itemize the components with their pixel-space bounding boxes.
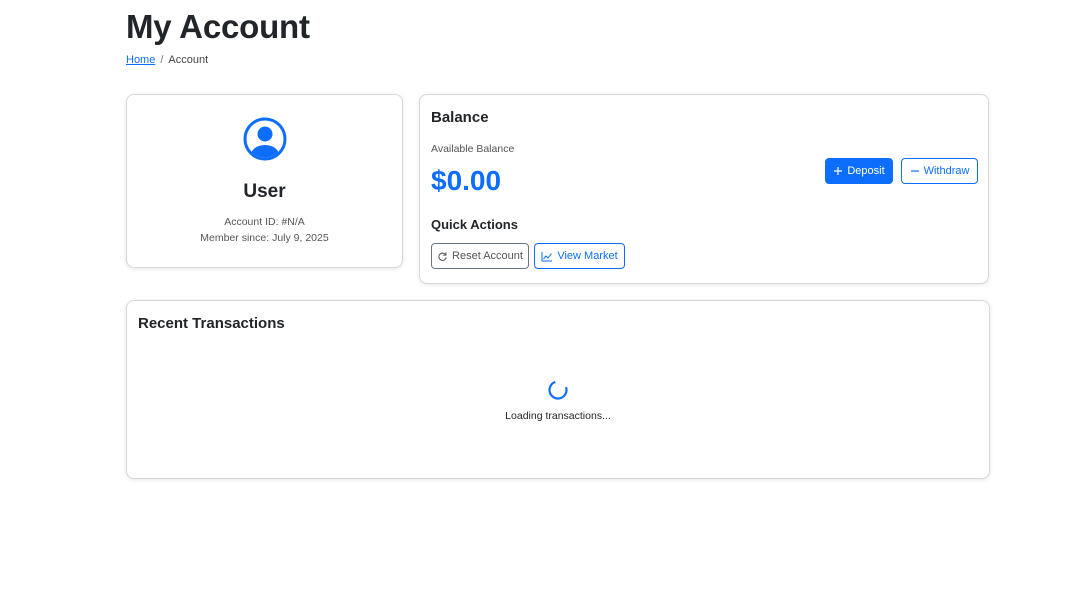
breadcrumb-home-link[interactable]: Home [126, 54, 155, 66]
breadcrumb-separator: / [160, 54, 164, 66]
deposit-label: Deposit [847, 165, 885, 177]
loading-spinner-icon [548, 380, 568, 400]
balance-card: Balance Available Balance $0.00 Deposit … [419, 94, 989, 284]
refresh-icon [437, 251, 448, 262]
transactions-heading: Recent Transactions [138, 315, 285, 332]
transactions-card: Recent Transactions Loading transactions… [126, 300, 990, 479]
loading-text: Loading transactions... [505, 410, 611, 422]
view-market-button[interactable]: View Market [534, 243, 625, 269]
member-since: Member since: July 9, 2025 [200, 232, 329, 244]
deposit-button[interactable]: Deposit [825, 158, 893, 184]
user-circle-icon [243, 117, 287, 161]
profile-name: User [243, 181, 286, 202]
withdraw-button[interactable]: Withdraw [901, 158, 978, 184]
breadcrumb: Home / Account [126, 54, 208, 66]
quick-actions-heading: Quick Actions [431, 217, 518, 232]
profile-card: User Account ID: #N/A Member since: July… [126, 94, 403, 268]
balance-amount: $0.00 [431, 165, 502, 196]
view-market-label: View Market [557, 250, 618, 262]
page-title: My Account [126, 8, 310, 45]
reset-account-button[interactable]: Reset Account [431, 243, 529, 269]
breadcrumb-current: Account [168, 54, 209, 66]
plus-icon [833, 166, 843, 176]
line-chart-icon [541, 251, 553, 262]
account-id: Account ID: #N/A [224, 216, 305, 228]
reset-account-label: Reset Account [452, 250, 523, 262]
available-balance-label: Available Balance [431, 143, 515, 155]
minus-icon [910, 166, 920, 176]
withdraw-label: Withdraw [923, 165, 970, 177]
balance-heading: Balance [431, 109, 489, 126]
